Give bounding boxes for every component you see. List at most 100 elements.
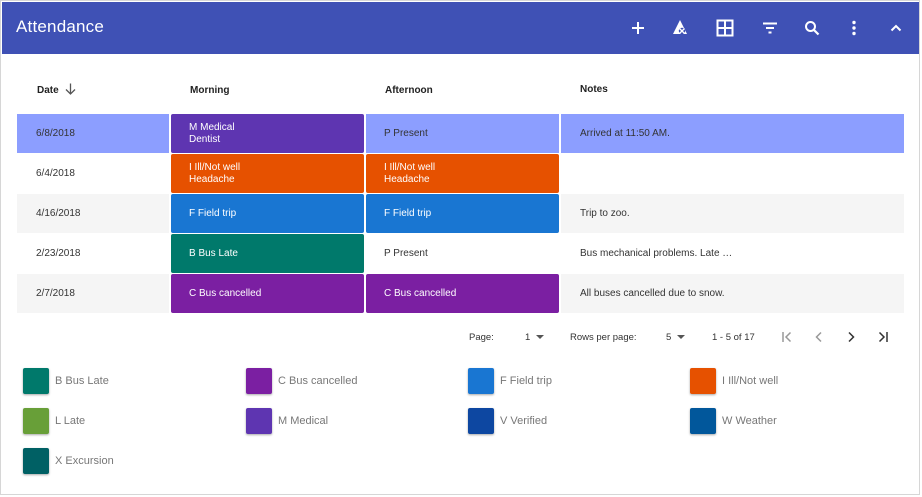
notes-cell[interactable]: Bus mechanical problems. Late … xyxy=(561,234,904,273)
date-text: 4/16/2018 xyxy=(36,207,81,219)
rows-dropdown-icon[interactable] xyxy=(677,335,685,339)
date-text: 2/23/2018 xyxy=(36,247,81,259)
afternoon-status-text: C Bus cancelled xyxy=(384,287,457,299)
notes-cell[interactable]: Trip to zoo. xyxy=(561,194,904,233)
header-date-label: Date xyxy=(37,85,59,97)
afternoon-cell[interactable]: P Present xyxy=(366,234,559,273)
morning-cell[interactable]: C Bus cancelled xyxy=(171,274,364,313)
legend-label: L Late xyxy=(55,415,86,427)
clear-formatting-icon[interactable] xyxy=(666,14,694,42)
legend-label: C Bus cancelled xyxy=(278,375,358,387)
notes-cell[interactable] xyxy=(561,154,904,193)
morning-status-text: C Bus cancelled xyxy=(189,287,262,299)
page-dropdown-icon[interactable] xyxy=(536,335,544,339)
legend-swatch xyxy=(690,368,716,394)
morning-comment-text: Dentist xyxy=(189,133,221,145)
legend-swatch xyxy=(23,448,49,474)
table-row[interactable]: 4/16/2018 F Field trip F Field trip Trip to… xyxy=(17,194,904,234)
add-icon[interactable] xyxy=(624,14,652,42)
notes-text: Bus mechanical problems. Late … xyxy=(580,247,733,259)
afternoon-comment-text: Headache xyxy=(384,173,430,185)
legend-item: X Excursion xyxy=(23,448,223,474)
afternoon-status-text: I Ill/Not well xyxy=(384,161,436,173)
table-view-icon[interactable] xyxy=(711,14,739,42)
morning-status-text: M Medical xyxy=(189,121,235,133)
legend-item: L Late xyxy=(23,408,223,434)
legend-swatch xyxy=(690,408,716,434)
notes-cell[interactable]: All buses cancelled due to snow. xyxy=(561,274,904,313)
morning-status-text: I Ill/Not well xyxy=(189,161,241,173)
legend-swatch xyxy=(246,408,272,434)
morning-comment-text: Headache xyxy=(189,173,235,185)
table-row[interactable]: 2/23/2018 B Bus Late P Present Bus mechanic… xyxy=(17,234,904,274)
date-text: 6/8/2018 xyxy=(36,127,75,139)
first-page-icon[interactable] xyxy=(778,329,796,345)
search-icon[interactable] xyxy=(798,14,826,42)
page-select[interactable]: 1 xyxy=(525,332,530,343)
date-cell[interactable]: 2/23/2018 xyxy=(17,234,169,273)
legend-label: X Excursion xyxy=(55,455,114,467)
pagination-bar: Page: 1 Rows per page: 5 1 - 5 of 17 xyxy=(17,321,904,353)
sort-arrow-down-icon[interactable] xyxy=(65,83,76,98)
legend-item: V Verified xyxy=(468,408,668,434)
app-title: Attendance xyxy=(16,17,105,36)
morning-status-text: F Field trip xyxy=(189,207,237,219)
date-cell[interactable]: 6/4/2018 xyxy=(17,154,169,193)
morning-cell[interactable]: M Medical Dentist xyxy=(171,114,364,153)
notes-cell[interactable]: Arrived at 11:50 AM. xyxy=(561,114,904,153)
afternoon-cell[interactable]: I Ill/Not well Headache xyxy=(366,154,559,193)
notes-text: Arrived at 11:50 AM. xyxy=(580,127,670,139)
date-cell[interactable]: 2/7/2018 xyxy=(17,274,169,313)
previous-page-icon[interactable] xyxy=(810,329,828,345)
attendance-panel: Attendance Date Morning Afternoon Notes … xyxy=(0,0,920,495)
page-range: 1 - 5 of 17 xyxy=(712,332,755,343)
legend-label: F Field trip xyxy=(500,375,552,387)
date-text: 6/4/2018 xyxy=(36,167,75,179)
notes-text: All buses cancelled due to snow. xyxy=(580,287,725,299)
legend-label: B Bus Late xyxy=(55,375,109,387)
morning-cell[interactable]: I Ill/Not well Headache xyxy=(171,154,364,193)
page-label: Page: xyxy=(469,332,494,343)
legend-label: W Weather xyxy=(722,415,777,427)
date-cell[interactable]: 6/8/2018 xyxy=(17,114,169,153)
header-afternoon[interactable]: Afternoon xyxy=(385,85,433,96)
app-bar: Attendance xyxy=(2,2,919,54)
more-vert-icon[interactable] xyxy=(840,14,868,42)
legend-swatch xyxy=(468,368,494,394)
afternoon-status-text: P Present xyxy=(384,127,428,139)
header-morning[interactable]: Morning xyxy=(190,85,229,96)
afternoon-cell[interactable]: F Field trip xyxy=(366,194,559,233)
legend-item: C Bus cancelled xyxy=(246,368,446,394)
morning-status-text: B Bus Late xyxy=(189,247,238,259)
legend-swatch xyxy=(23,368,49,394)
table-row[interactable]: 2/7/2018 C Bus cancelled C Bus cancelled Al… xyxy=(17,274,904,314)
legend-label: I Ill/Not well xyxy=(722,375,779,387)
date-text: 2/7/2018 xyxy=(36,287,75,299)
rows-per-page-select[interactable]: 5 xyxy=(666,332,671,343)
legend-item: M Medical xyxy=(246,408,446,434)
afternoon-status-text: F Field trip xyxy=(384,207,432,219)
table-row[interactable]: 6/4/2018 I Ill/Not well Headache I Ill/Not … xyxy=(17,154,904,194)
afternoon-cell[interactable]: P Present xyxy=(366,114,559,153)
legend-item: I Ill/Not well xyxy=(690,368,890,394)
next-page-icon[interactable] xyxy=(842,329,860,345)
collapse-icon[interactable] xyxy=(882,14,910,42)
header-date[interactable]: Date xyxy=(37,83,76,98)
legend-item: B Bus Late xyxy=(23,368,223,394)
morning-cell[interactable]: F Field trip xyxy=(171,194,364,233)
legend-swatch xyxy=(23,408,49,434)
date-cell[interactable]: 4/16/2018 xyxy=(17,194,169,233)
legend-item: W Weather xyxy=(690,408,890,434)
filter-icon[interactable] xyxy=(756,14,784,42)
afternoon-cell[interactable]: C Bus cancelled xyxy=(366,274,559,313)
legend-label: M Medical xyxy=(278,415,329,427)
afternoon-status-text: P Present xyxy=(384,247,428,259)
header-notes[interactable]: Notes xyxy=(580,84,608,95)
table-row[interactable]: 6/8/2018 M Medical Dentist P Present Arrived… xyxy=(17,114,904,154)
morning-cell[interactable]: B Bus Late xyxy=(171,234,364,273)
legend-swatch xyxy=(246,368,272,394)
rows-per-page-label: Rows per page: xyxy=(570,332,637,343)
last-page-icon[interactable] xyxy=(874,329,892,345)
legend-swatch xyxy=(468,408,494,434)
legend-label: V Verified xyxy=(500,415,548,427)
